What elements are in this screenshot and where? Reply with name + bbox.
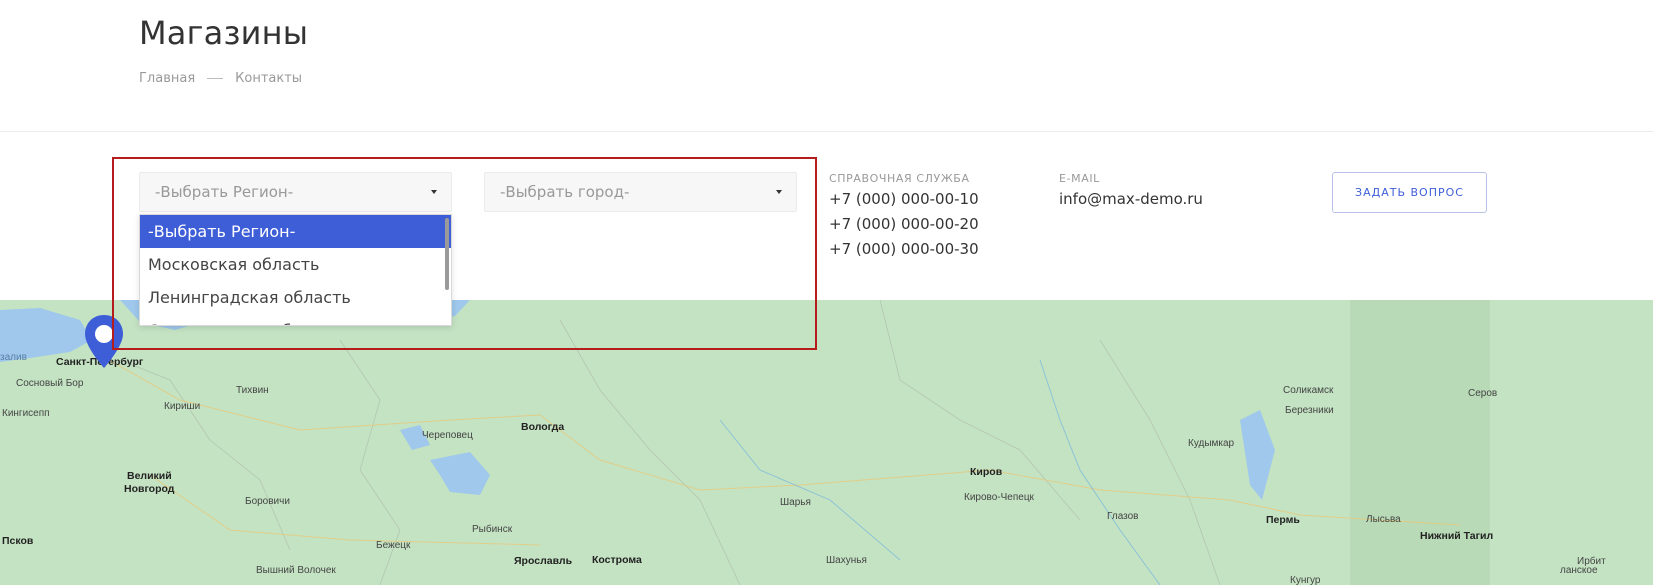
- phone-number[interactable]: +7 (000) 000-00-20: [829, 212, 979, 237]
- breadcrumb-current: Контакты: [235, 71, 303, 86]
- ural-ridge: [1350, 300, 1490, 585]
- map-city-label: Псков: [2, 535, 34, 547]
- map-city-label: Нижний Тагил: [1420, 530, 1494, 542]
- city-select[interactable]: -Выбрать город-: [484, 172, 797, 212]
- phone-label: СПРАВОЧНАЯ СЛУЖБА: [829, 172, 970, 185]
- region-option[interactable]: Свердловская область: [140, 314, 451, 325]
- map-city-label: Вышний Волочек: [256, 565, 336, 576]
- city-select-value: -Выбрать город-: [500, 183, 630, 201]
- map-city-label: Великий: [127, 470, 172, 482]
- map-city-label: Шарья: [780, 497, 811, 508]
- map-city-label: Шахунья: [826, 555, 867, 566]
- email-contact: E-MAIL info@max-demo.ru: [1059, 172, 1203, 212]
- chevron-down-icon: [776, 190, 782, 194]
- phone-number[interactable]: +7 (000) 000-00-30: [829, 237, 979, 262]
- map-city-label: ланское: [1560, 565, 1598, 576]
- map-city-label: Вологда: [521, 421, 565, 433]
- map-city-label: Лысьва: [1366, 514, 1401, 525]
- map-city-label: Серов: [1468, 388, 1498, 399]
- map-city-label: Соликамск: [1283, 385, 1334, 396]
- email-link[interactable]: info@max-demo.ru: [1059, 187, 1203, 212]
- dropdown-scrollbar[interactable]: [445, 218, 449, 290]
- map-city-label: Ярославль: [514, 555, 573, 567]
- map-city-label: Глазов: [1107, 511, 1139, 522]
- chevron-down-icon: [431, 190, 437, 194]
- map-city-label: Сосновый Бор: [16, 378, 84, 389]
- map-city-label: Череповец: [422, 430, 473, 441]
- region-option[interactable]: -Выбрать Регион-: [140, 215, 451, 248]
- page-title: Магазины: [139, 14, 309, 52]
- ask-question-button[interactable]: ЗАДАТЬ ВОПРОС: [1332, 172, 1487, 213]
- region-option[interactable]: Московская область: [140, 248, 451, 281]
- map-pin-icon[interactable]: [83, 314, 125, 370]
- region-select-value: -Выбрать Регион-: [155, 183, 294, 201]
- map-city-label: Березники: [1285, 405, 1334, 416]
- map-city-label: Боровичи: [245, 496, 290, 507]
- region-option[interactable]: Ленинградская область: [140, 281, 451, 314]
- phone-number[interactable]: +7 (000) 000-00-10: [829, 187, 979, 212]
- region-dropdown-list[interactable]: -Выбрать Регион- Московская область Лени…: [139, 214, 452, 326]
- map-city-label: Новгород: [124, 483, 175, 495]
- map-city-label: Кириши: [164, 401, 201, 412]
- map-city-label: Рыбинск: [472, 524, 513, 535]
- breadcrumb-separator: [207, 78, 224, 79]
- breadcrumb: Главная Контакты: [139, 71, 302, 86]
- map-city-label: Кирово-Чепецк: [964, 492, 1034, 503]
- map-city-label: Кунгур: [1290, 575, 1321, 585]
- header-divider: [0, 131, 1653, 132]
- map-city-label: Кострома: [592, 554, 642, 566]
- map-city-label: Бежецк: [376, 540, 411, 551]
- map-city-label: Тихвин: [236, 385, 269, 396]
- map-background: [0, 300, 1653, 585]
- map[interactable]: Санкт-Петербург залив Сосновый Бор Кинги…: [0, 300, 1653, 585]
- map-city-label: Кудымкар: [1188, 438, 1235, 449]
- region-select[interactable]: -Выбрать Регион-: [139, 172, 452, 212]
- email-label: E-MAIL: [1059, 172, 1100, 185]
- map-city-label: Кингисепп: [2, 408, 50, 419]
- map-city-label: Киров: [970, 466, 1003, 478]
- breadcrumb-home-link[interactable]: Главная: [139, 71, 195, 86]
- map-city-label: Пермь: [1266, 514, 1300, 526]
- map-city-label: залив: [0, 352, 27, 363]
- phone-contacts: СПРАВОЧНАЯ СЛУЖБА +7 (000) 000-00-10 +7 …: [829, 172, 979, 262]
